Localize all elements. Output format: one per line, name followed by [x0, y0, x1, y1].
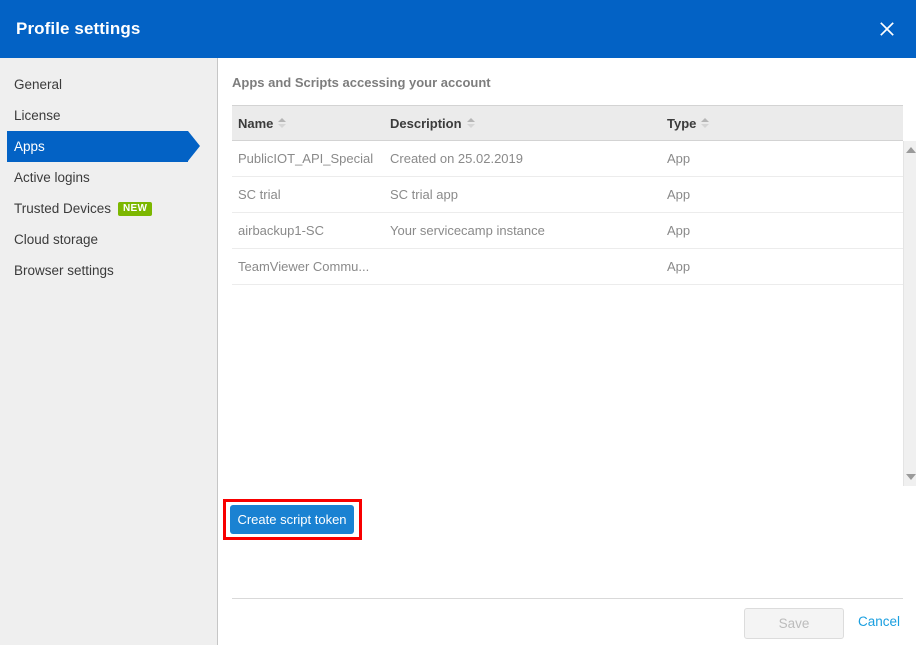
triangle-up-icon: [906, 147, 916, 153]
sidebar: General License Apps Active logins Trust…: [0, 58, 218, 645]
table-row[interactable]: SC trial SC trial app App: [232, 177, 903, 213]
section-title: Apps and Scripts accessing your account: [232, 75, 491, 90]
column-header-label: Type: [667, 115, 697, 131]
column-header-label: Name: [238, 115, 274, 131]
table-scrollbar[interactable]: [903, 141, 916, 486]
table-body: PublicIOT_API_Special Created on 25.02.2…: [232, 141, 903, 486]
table-header-row: Name Description Type: [232, 105, 903, 141]
sort-indicator-icon: [278, 118, 287, 128]
cell-description: Your servicecamp instance: [390, 223, 545, 238]
sidebar-item-apps[interactable]: Apps: [0, 131, 217, 162]
sidebar-item-trusted-devices[interactable]: Trusted Devices NEW: [0, 193, 217, 224]
sidebar-item-label: Trusted Devices: [14, 201, 112, 216]
close-icon: [879, 21, 895, 37]
sidebar-item-active-logins[interactable]: Active logins: [0, 162, 217, 193]
sidebar-item-label: License: [14, 108, 61, 123]
page-title: Profile settings: [16, 19, 141, 38]
cell-name: PublicIOT_API_Special: [238, 151, 374, 166]
sidebar-active-arrow-icon: [188, 131, 200, 161]
sidebar-item-general[interactable]: General: [0, 69, 217, 100]
sidebar-item-cloud-storage[interactable]: Cloud storage: [0, 224, 217, 255]
cell-description: Created on 25.02.2019: [390, 151, 523, 166]
create-script-token-button[interactable]: Create script token: [230, 505, 354, 534]
column-header-description[interactable]: Description: [390, 116, 667, 131]
sidebar-item-label: Active logins: [14, 170, 90, 185]
cell-type: App: [667, 259, 691, 274]
scrollbar-down-button[interactable]: [904, 470, 916, 484]
cell-type: App: [667, 223, 691, 238]
sidebar-item-browser-settings[interactable]: Browser settings: [0, 255, 217, 286]
scrollbar-up-button[interactable]: [904, 143, 916, 157]
cell-name: SC trial: [238, 187, 281, 202]
sidebar-item-label: Cloud storage: [14, 232, 99, 247]
cancel-button[interactable]: Cancel: [858, 614, 900, 629]
footer-divider: [232, 598, 903, 599]
window-title-bar: Profile settings: [0, 0, 916, 58]
cell-name: TeamViewer Commu...: [238, 259, 370, 274]
column-header-name[interactable]: Name: [232, 116, 390, 131]
close-button[interactable]: [866, 8, 908, 50]
apps-table: Name Description Type PublicIOT_API_Spec…: [232, 105, 903, 486]
sidebar-item-label: General: [14, 77, 63, 92]
table-row[interactable]: TeamViewer Commu... App: [232, 249, 903, 285]
table-row[interactable]: airbackup1-SC Your servicecamp instance …: [232, 213, 903, 249]
table-row[interactable]: PublicIOT_API_Special Created on 25.02.2…: [232, 141, 903, 177]
cell-type: App: [667, 151, 691, 166]
sidebar-item-label: Apps: [14, 139, 45, 154]
save-button[interactable]: Save: [744, 608, 844, 639]
sidebar-item-license[interactable]: License: [0, 100, 217, 131]
main-content: Apps and Scripts accessing your account …: [219, 58, 916, 645]
sort-indicator-icon: [701, 118, 710, 128]
cell-name: airbackup1-SC: [238, 223, 324, 238]
status-badge: NEW: [118, 201, 153, 216]
sidebar-item-label: Browser settings: [14, 263, 114, 278]
sort-indicator-icon: [466, 118, 475, 128]
triangle-down-icon: [906, 474, 916, 480]
column-header-label: Description: [390, 115, 462, 131]
sidebar-nav-list: General License Apps Active logins Trust…: [0, 58, 217, 286]
cell-type: App: [667, 187, 691, 202]
cell-description: SC trial app: [390, 187, 458, 202]
column-header-type[interactable]: Type: [667, 116, 889, 131]
